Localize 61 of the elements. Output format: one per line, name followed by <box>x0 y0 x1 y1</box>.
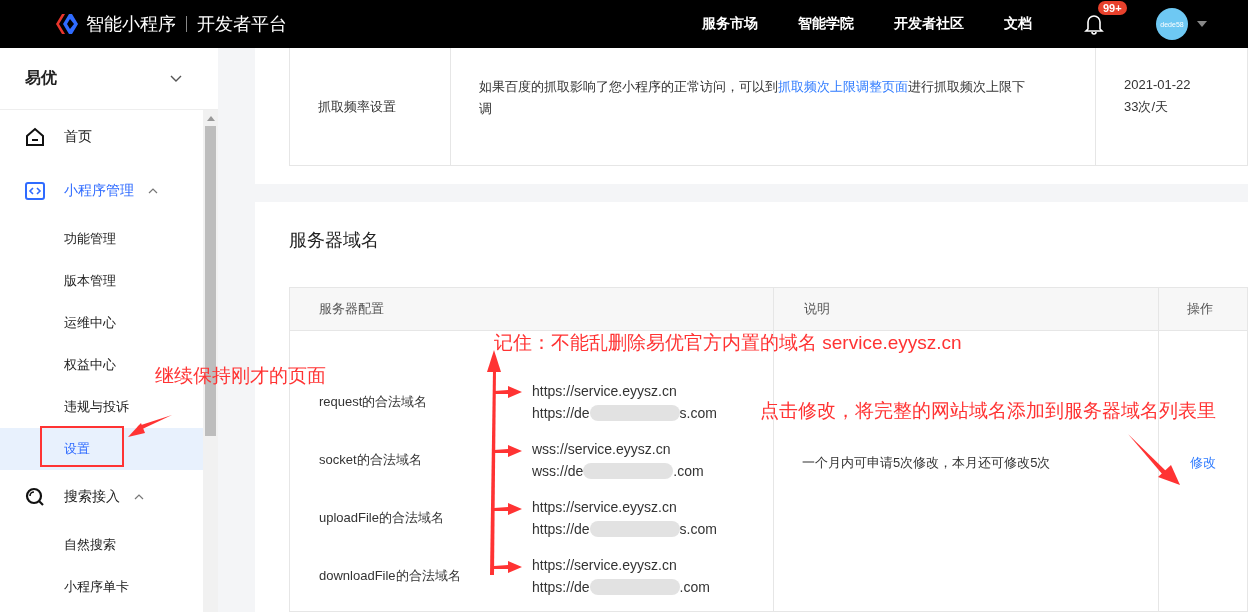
domain-text: https://de <box>532 579 590 595</box>
nav-link[interactable]: 开发者社区 <box>894 15 964 33</box>
setting-description: 如果百度的抓取影响了您小程序的正常访问，可以到抓取频次上限调整页面进行抓取频次上限下调 <box>479 78 1026 118</box>
domain-text: https://de <box>532 405 590 421</box>
submenu-item[interactable]: 设置 <box>0 428 203 470</box>
chevron-up-icon[interactable] <box>148 188 158 194</box>
scroll-up-icon[interactable] <box>206 116 215 121</box>
menu-item[interactable]: 小程序管理 <box>0 164 203 218</box>
app-name: 易优 <box>25 68 57 88</box>
domain-text: .com <box>679 579 710 595</box>
modify-link[interactable]: 修改 <box>1190 454 1216 472</box>
nav-link[interactable]: 文档 <box>1004 15 1032 33</box>
submenu-item[interactable]: 版本管理 <box>0 260 150 302</box>
domain-text: https://service.eyysz.cn <box>532 557 677 573</box>
notification-badge: 99+ <box>1098 1 1127 15</box>
chevron-down-icon[interactable] <box>170 74 182 83</box>
bell-icon[interactable] <box>1084 13 1104 35</box>
annotation-text: 记住：不能乱删除易优官方内置的域名 service.eyysz.cn <box>494 331 962 355</box>
domain-text: s.com <box>679 405 717 421</box>
brand-name: 智能小程序 <box>86 13 176 36</box>
caret-icon[interactable] <box>1197 21 1207 27</box>
menu-item[interactable]: 搜索接入 <box>0 470 203 524</box>
domain-text: s.com <box>679 521 717 537</box>
platform-title: 开发者平台 <box>197 13 287 36</box>
setting-date: 2021-01-22 <box>1124 77 1192 92</box>
submenu-item[interactable]: 违规与投诉 <box>0 386 150 428</box>
domain-text: .com <box>673 463 704 479</box>
submenu-item[interactable]: 功能管理 <box>0 218 150 260</box>
code-icon <box>25 182 45 200</box>
section-title: 服务器域名 <box>289 229 380 252</box>
column-header: 操作 <box>1187 300 1213 318</box>
domain-text: wss://service.eyysz.cn <box>532 441 671 457</box>
menu-item[interactable]: 首页 <box>0 110 203 164</box>
domain-type: socket的合法域名 <box>319 451 423 469</box>
adjust-page-link[interactable]: 抓取频次上限调整页面 <box>778 79 908 94</box>
submenu-item[interactable]: 运维中心 <box>0 302 150 344</box>
column-header: 服务器配置 <box>319 300 384 318</box>
chevron-up-icon[interactable] <box>134 494 144 500</box>
domain-type: request的合法域名 <box>319 393 429 411</box>
submenu-item[interactable]: 小程序单卡 <box>0 566 150 608</box>
domain-text: wss://de <box>532 463 584 479</box>
search-icon <box>25 487 45 507</box>
column-header: 说明 <box>804 300 830 318</box>
domain-type: uploadFile的合法域名 <box>319 509 445 527</box>
annotation-text: 继续保持刚才的页面 <box>155 364 326 388</box>
domain-text: https://de <box>532 521 590 537</box>
domain-text: https://service.eyysz.cn <box>532 383 677 399</box>
submenu-item[interactable]: 自然搜索 <box>0 524 150 566</box>
domain-type: downloadFile的合法域名 <box>319 567 462 585</box>
nav-link[interactable]: 服务市场 <box>702 15 758 33</box>
submenu-item[interactable]: 权益中心 <box>0 344 150 386</box>
arrow <box>128 415 172 437</box>
arrow <box>1128 434 1180 485</box>
domain-text: https://service.eyysz.cn <box>532 499 677 515</box>
nav-link[interactable]: 智能学院 <box>798 15 854 33</box>
home-icon <box>25 127 45 147</box>
annotation-text: 点击修改，将完整的网站域名添加到服务器域名列表里 <box>760 399 1216 423</box>
crawl-rate: 33次/天 <box>1124 98 1170 116</box>
logo-icon[interactable] <box>55 13 79 35</box>
setting-name: 抓取频率设置 <box>318 97 396 116</box>
limit-note: 一个月内可申请5次修改，本月还可修改5次 <box>802 454 1051 472</box>
